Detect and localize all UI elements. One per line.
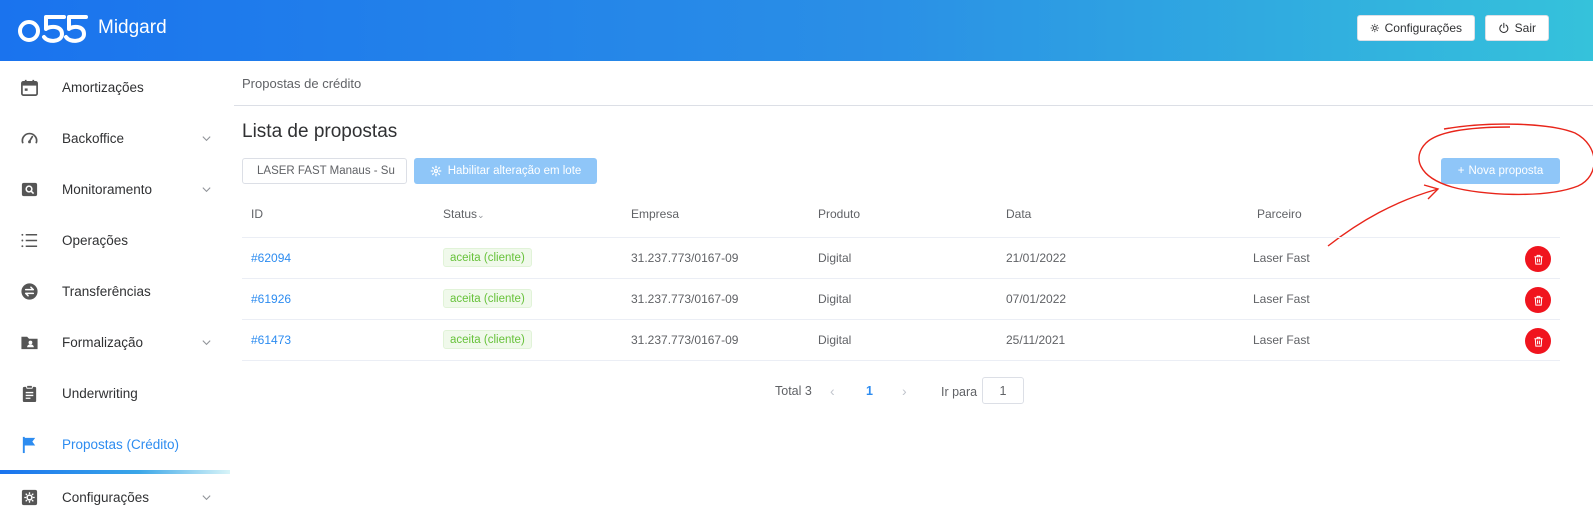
sidebar-item-backoffice[interactable]: Backoffice [0, 113, 230, 164]
data-cell: 25/11/2021 [1006, 333, 1066, 347]
chevron-down-icon [202, 136, 211, 142]
logout-button-label: Sair [1514, 21, 1536, 35]
table-row: #61473 aceita (cliente) 31.237.773/0167-… [242, 320, 1560, 361]
sidebar-item-underwriting[interactable]: Underwriting [0, 368, 230, 419]
cog-box-icon [19, 488, 39, 508]
proposal-id-link[interactable]: #61473 [251, 333, 291, 347]
sidebar-item-label: Configurações [62, 490, 150, 505]
status-badge: aceita (cliente) [443, 330, 532, 349]
sidebar-item-transferencias[interactable]: Transferências [0, 266, 230, 317]
pagination-total: Total 3 [775, 384, 812, 398]
sidebar-item-configuracoes[interactable]: Configurações [0, 472, 230, 523]
sidebar-item-label: Underwriting [62, 386, 138, 401]
page-title: Lista de propostas [242, 121, 398, 142]
new-proposal-button-label: Nova proposta [1468, 165, 1544, 177]
flag-icon [19, 435, 39, 455]
produto-cell: Digital [818, 251, 852, 265]
sidebar-item-label: Amortizações [62, 80, 144, 95]
status-badge: aceita (cliente) [443, 289, 532, 308]
calendar-icon [19, 78, 39, 98]
list-icon [19, 231, 39, 251]
main-content: Propostas de crédito Lista de propostas … [230, 61, 1593, 527]
sidebar-item-label: Operações [62, 233, 129, 248]
annotation-marker [1327, 123, 1593, 247]
column-header-parceiro: Parceiro [1257, 207, 1302, 221]
empresa-cell: 31.237.773/0167-09 [631, 292, 739, 306]
column-header-status[interactable]: Status⌄ [443, 207, 485, 221]
status-badge: aceita (cliente) [443, 248, 532, 267]
sidebar-item-label: Formalização [62, 335, 144, 350]
delete-button[interactable] [1525, 287, 1551, 313]
logout-button[interactable]: Sair [1485, 15, 1549, 41]
page-number[interactable]: 1 [866, 384, 873, 398]
search-box-icon [19, 180, 39, 200]
settings-button[interactable]: Configurações [1357, 15, 1475, 41]
top-bar: Midgard Configurações Sair [0, 0, 1593, 61]
sidebar-item-label: Propostas (Crédito) [62, 437, 180, 452]
sidebar-item-monitoramento[interactable]: Monitoramento [0, 164, 230, 215]
sort-caret-icon: ⌄ [477, 210, 485, 220]
swap-icon [19, 282, 39, 302]
gear-icon [1370, 23, 1380, 33]
column-header-label: Status [443, 207, 478, 221]
parceiro-cell: Laser Fast [1253, 292, 1310, 306]
sidebar: Amortizações Backoffice Monitoramento Op… [0, 61, 230, 527]
new-proposal-button[interactable]: + Nova proposta [1441, 158, 1560, 184]
goto-label: Ir para [941, 385, 978, 399]
chevron-down-icon [202, 187, 211, 193]
sidebar-item-propostas[interactable]: Propostas (Crédito) [0, 419, 230, 470]
trash-icon [1533, 336, 1543, 347]
next-page-icon[interactable]: › [902, 383, 907, 399]
sidebar-item-label: Monitoramento [62, 182, 153, 197]
sidebar-item-label: Transferências [62, 284, 151, 299]
parceiro-cell: Laser Fast [1253, 251, 1310, 265]
table-row: #61926 aceita (cliente) 31.237.773/0167-… [242, 279, 1560, 320]
column-header-empresa: Empresa [631, 207, 680, 221]
delete-button[interactable] [1525, 328, 1551, 354]
folder-user-icon [19, 333, 39, 353]
gear-icon [430, 165, 441, 177]
data-cell: 21/01/2022 [1006, 251, 1067, 265]
produto-cell: Digital [818, 292, 852, 306]
column-header-id: ID [251, 207, 263, 221]
empresa-cell: 31.237.773/0167-09 [631, 333, 739, 347]
sidebar-item-operacoes[interactable]: Operações [0, 215, 230, 266]
app-name: Midgard [98, 17, 167, 38]
partner-filter-input[interactable]: LASER FAST Manaus - Su [242, 158, 407, 184]
batch-edit-button-label: Habilitar alteração em lote [447, 165, 582, 177]
data-cell: 07/01/2022 [1006, 292, 1067, 306]
chevron-down-icon [202, 495, 211, 501]
goto-page-input[interactable]: 1 [982, 377, 1024, 404]
plus-icon: + [1457, 165, 1465, 177]
parceiro-cell: Laser Fast [1253, 333, 1310, 347]
sidebar-item-amortizacoes[interactable]: Amortizações [0, 62, 230, 113]
breadcrumb-divider [234, 105, 1593, 106]
prev-page-icon[interactable]: ‹ [830, 383, 835, 399]
chevron-down-icon [202, 340, 211, 346]
power-icon [1499, 22, 1509, 33]
sidebar-item-formalizacao[interactable]: Formalização [0, 317, 230, 368]
batch-edit-button[interactable]: Habilitar alteração em lote [414, 158, 597, 184]
produto-cell: Digital [818, 333, 852, 347]
o55-logo[interactable] [18, 13, 88, 45]
clipboard-icon [19, 384, 39, 404]
proposal-id-link[interactable]: #61926 [251, 292, 291, 306]
settings-button-label: Configurações [1384, 21, 1462, 35]
gauge-icon [19, 129, 39, 149]
empresa-cell: 31.237.773/0167-09 [631, 251, 739, 265]
sidebar-item-label: Backoffice [62, 131, 125, 146]
breadcrumb[interactable]: Propostas de crédito [242, 76, 361, 91]
table-row: #62094 aceita (cliente) 31.237.773/0167-… [242, 238, 1560, 279]
trash-icon [1533, 254, 1543, 265]
column-header-data: Data [1006, 207, 1032, 221]
column-header-produto: Produto [818, 207, 861, 221]
proposal-id-link[interactable]: #62094 [251, 251, 291, 265]
delete-button[interactable] [1525, 246, 1551, 272]
trash-icon [1533, 295, 1543, 306]
